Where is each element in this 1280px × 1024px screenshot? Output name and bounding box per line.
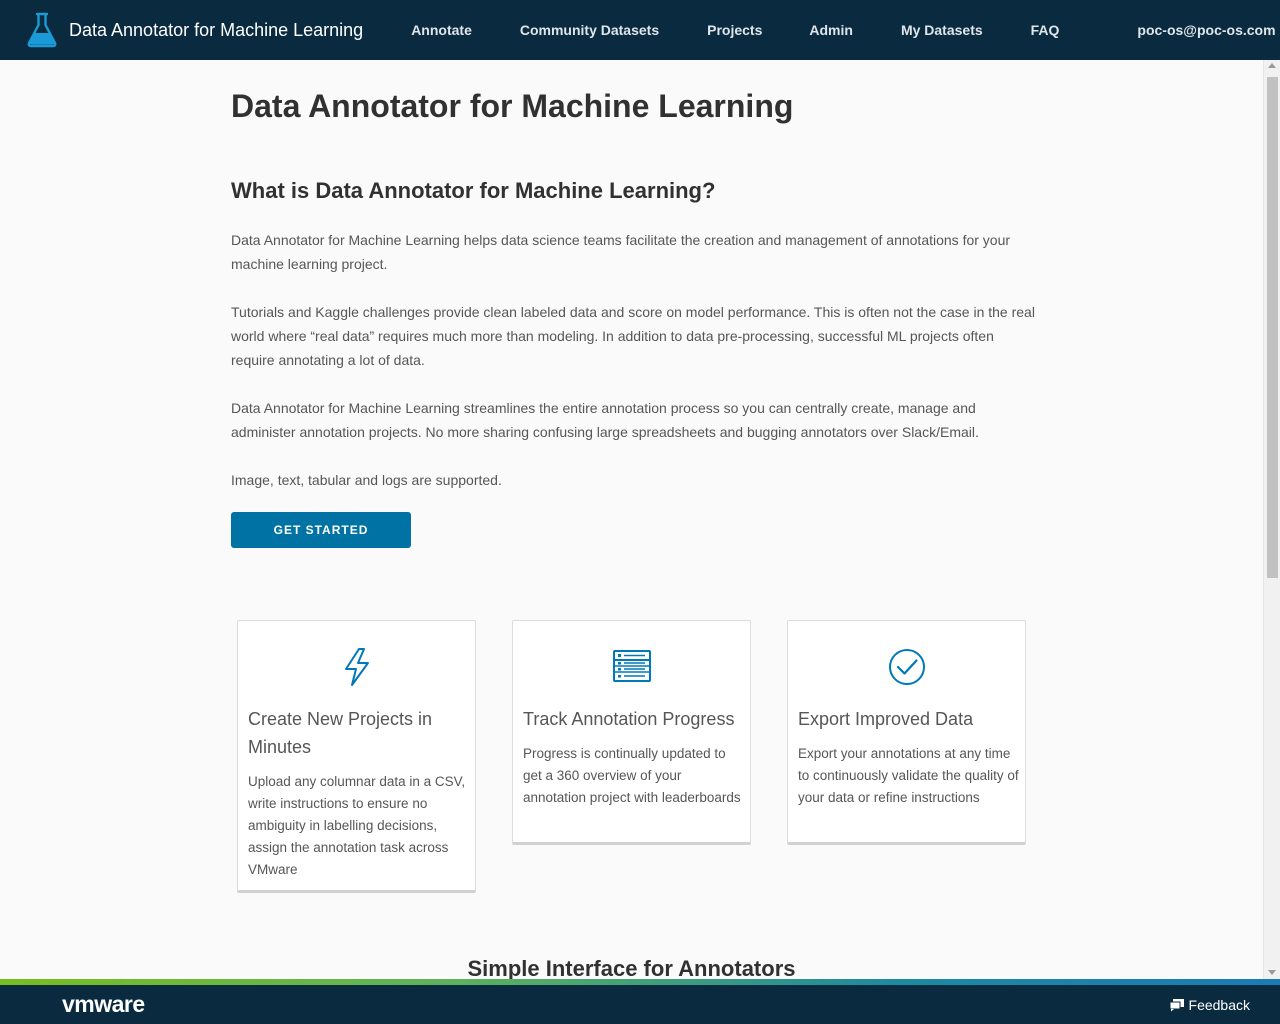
card-title: Create New Projects in Minutes xyxy=(248,709,433,757)
nav-admin[interactable]: Admin xyxy=(809,22,853,38)
scroll-up-arrow-icon[interactable] xyxy=(1268,63,1276,68)
intro-paragraph-3: Data Annotator for Machine Learning stre… xyxy=(231,400,979,440)
chat-icon xyxy=(1169,999,1184,1012)
card-body: Upload any columnar data in a CSV, write… xyxy=(248,774,466,877)
card-title: Track Annotation Progress xyxy=(523,709,735,729)
card-body: Progress is continually updated to get a… xyxy=(523,746,741,805)
intro-paragraph-2: Tutorials and Kaggle challenges provide … xyxy=(231,304,1035,368)
feature-card-create-projects: Create New Projects in Minutes Upload an… xyxy=(237,620,476,893)
vmware-logo: vmware xyxy=(62,991,145,1017)
list-icon xyxy=(613,650,651,682)
flask-icon xyxy=(27,12,57,48)
nav-my-datasets[interactable]: My Datasets xyxy=(901,22,983,38)
footer: vmware Feedback xyxy=(0,985,1280,1024)
feedback-button[interactable]: Feedback xyxy=(1169,997,1250,1013)
feature-card-export-data: Export Improved Data Export your annotat… xyxy=(787,620,1026,845)
nav-annotate[interactable]: Annotate xyxy=(411,22,472,38)
intro-paragraph-4: Image, text, tabular and logs are suppor… xyxy=(231,472,502,488)
top-navbar: Data Annotator for Machine Learning Anno… xyxy=(0,0,1280,60)
scrollbar-thumb[interactable] xyxy=(1267,77,1278,578)
check-circle-icon xyxy=(889,649,925,685)
main-nav: Annotate Community Datasets Projects Adm… xyxy=(388,0,1059,60)
lightning-icon xyxy=(345,648,369,686)
page-scrollbar[interactable] xyxy=(1263,60,1280,979)
feedback-label: Feedback xyxy=(1188,997,1250,1013)
get-started-button[interactable]: GET STARTED xyxy=(231,512,411,548)
intro-paragraph-1: Data Annotator for Machine Learning help… xyxy=(231,232,1011,272)
page-title: Data Annotator for Machine Learning xyxy=(231,88,794,124)
feature-card-track-progress: Track Annotation Progress Progress is co… xyxy=(512,620,751,845)
card-body: Export your annotations at any time to c… xyxy=(798,746,1019,805)
user-menu[interactable]: poc-os@poc-os.com ⌄ xyxy=(1137,22,1280,38)
user-email: poc-os@poc-os.com xyxy=(1137,22,1276,38)
nav-faq[interactable]: FAQ xyxy=(1031,22,1060,38)
brand[interactable]: Data Annotator for Machine Learning xyxy=(0,0,363,60)
card-title: Export Improved Data xyxy=(798,709,974,729)
intro-heading: What is Data Annotator for Machine Learn… xyxy=(231,178,716,203)
nav-community-datasets[interactable]: Community Datasets xyxy=(520,22,659,38)
app-title: Data Annotator for Machine Learning xyxy=(69,19,364,40)
nav-projects[interactable]: Projects xyxy=(707,22,762,38)
scroll-down-arrow-icon[interactable] xyxy=(1268,970,1276,975)
